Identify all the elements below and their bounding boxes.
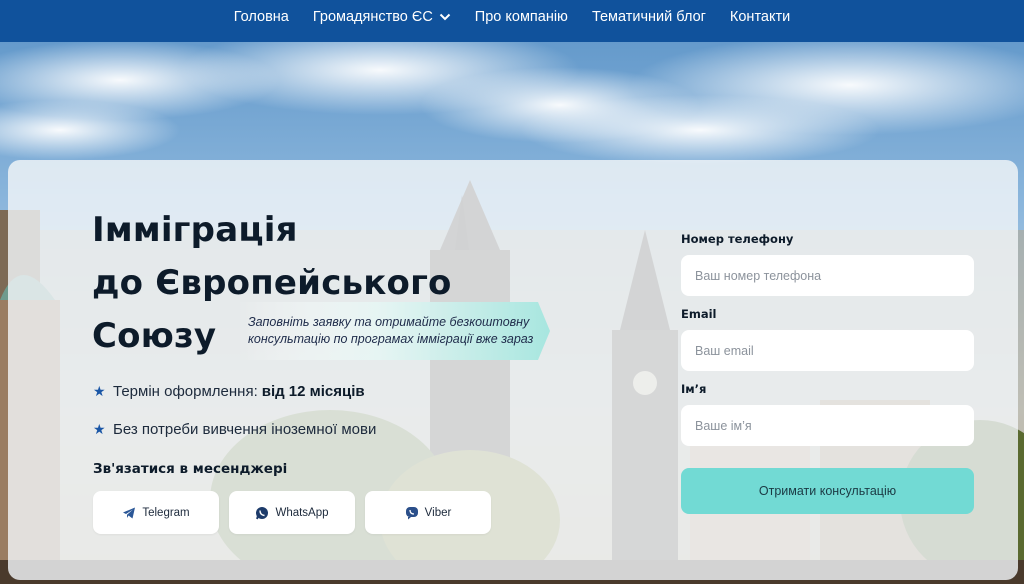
nav-item-home[interactable]: Головна (234, 9, 289, 25)
whatsapp-button[interactable]: WhatsApp (229, 491, 355, 534)
star-icon: ★ (93, 382, 106, 399)
messenger-heading: Зв'язатися в месенджері (93, 461, 288, 477)
star-icon: ★ (93, 420, 106, 437)
viber-label: Viber (424, 506, 452, 519)
promo-ribbon: Заповніть заявку та отримайте безкоштовн… (236, 302, 550, 360)
telegram-label: Telegram (142, 506, 190, 519)
top-nav: Головна Громадянство ЄС Про компанію Тем… (0, 0, 1024, 42)
viber-icon (405, 506, 419, 520)
nav-item-label: Громадянство ЄС (312, 9, 433, 25)
chevron-down-icon (439, 11, 451, 23)
nav-item-eu-citizenship[interactable]: Громадянство ЄС (313, 9, 451, 25)
title-line: Імміграція (92, 210, 298, 250)
viber-button[interactable]: Viber (365, 491, 491, 534)
feature-item: ★ Без потреби вивчення іноземної мови (93, 418, 376, 440)
feature-list: ★ Термін оформлення: від 12 місяців ★ Бе… (93, 380, 376, 456)
email-label: Email (681, 307, 717, 321)
name-field[interactable] (681, 405, 974, 446)
nav-item-blog[interactable]: Тематичний блог (592, 9, 706, 25)
nav-item-contacts[interactable]: Контакти (730, 9, 790, 25)
feature-item: ★ Термін оформлення: від 12 місяців (93, 380, 376, 402)
promo-text: Заповніть заявку та отримайте безкоштовн… (248, 315, 534, 346)
phone-field[interactable] (681, 255, 974, 296)
whatsapp-icon (255, 506, 269, 520)
feature-text: Термін оформлення: (113, 382, 258, 400)
email-field[interactable] (681, 330, 974, 371)
telegram-button[interactable]: Telegram (93, 491, 219, 534)
feature-highlight: від 12 місяців (261, 382, 365, 400)
get-consultation-button[interactable]: Отримати консультацію (681, 468, 974, 514)
nav-item-label: Головна (233, 9, 289, 25)
feature-text: Без потреби вивчення іноземної мови (113, 420, 377, 438)
telegram-icon (122, 506, 136, 520)
whatsapp-label: WhatsApp (275, 506, 329, 519)
nav-item-label: Контакти (729, 9, 791, 25)
name-label: Ім’я (681, 382, 707, 396)
nav-item-about[interactable]: Про компанію (475, 9, 568, 25)
nav-item-label: Тематичний блог (591, 9, 706, 25)
nav-item-label: Про компанію (474, 9, 568, 25)
phone-label: Номер телефону (681, 232, 794, 246)
